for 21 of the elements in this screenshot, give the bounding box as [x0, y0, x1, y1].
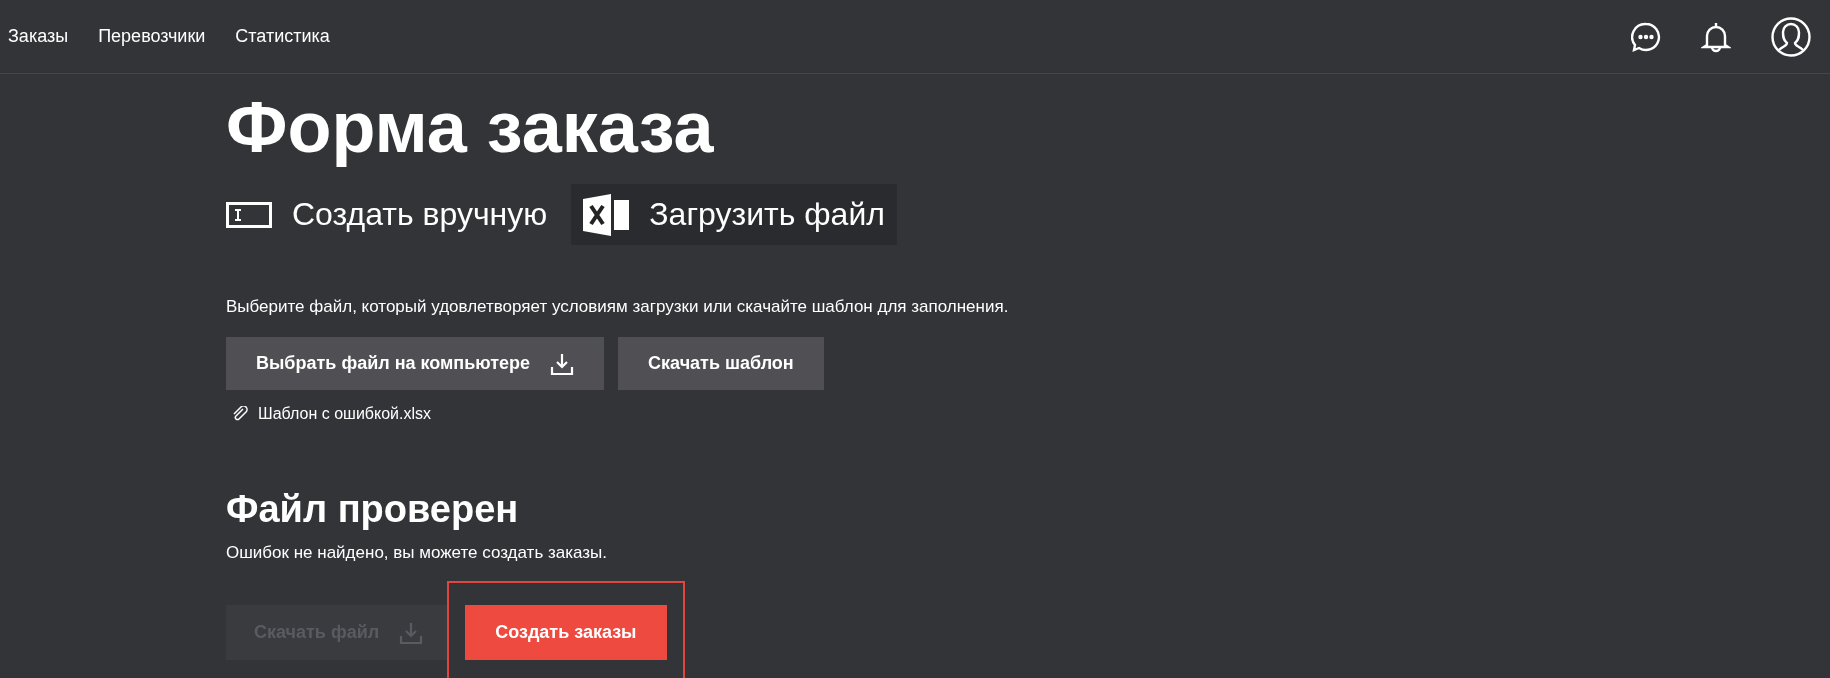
instruction-text: Выберите файл, который удовлетворяет условиям загрузки или скачайте шаблон для заполнения. — [226, 297, 1010, 317]
mode-tab[interactable]: Загрузить файл — [571, 184, 897, 245]
section-title: Файл проверен — [226, 487, 520, 531]
profile-icon[interactable] — [1771, 16, 1811, 57]
nav-link[interactable]: Заказы — [8, 26, 69, 47]
nav-link[interactable]: Статистика — [235, 26, 330, 47]
text-field-icon — [226, 201, 272, 228]
status-message: Ошибок не найдено, вы можете создать заказы. — [226, 543, 609, 563]
chat-icon[interactable] — [1631, 21, 1661, 52]
choose-file-button[interactable]: Выбрать файл на компьютере — [226, 337, 605, 390]
paperclip-icon — [232, 406, 248, 422]
spreadsheet-icon — [583, 193, 630, 236]
nav-link[interactable]: Перевозчики — [98, 26, 206, 47]
notification-icon[interactable] — [1701, 20, 1731, 53]
download-icon — [399, 620, 424, 645]
download-icon — [550, 351, 575, 376]
page-title: Форма заказа — [226, 86, 715, 169]
mode-tab[interactable]: Создать вручную — [218, 184, 560, 245]
create-orders-button[interactable]: Создать заказы — [465, 605, 667, 660]
file-name: Шаблон с ошибкой.xlsx — [258, 405, 431, 423]
download-template-button[interactable]: Скачать шаблон — [618, 337, 824, 390]
